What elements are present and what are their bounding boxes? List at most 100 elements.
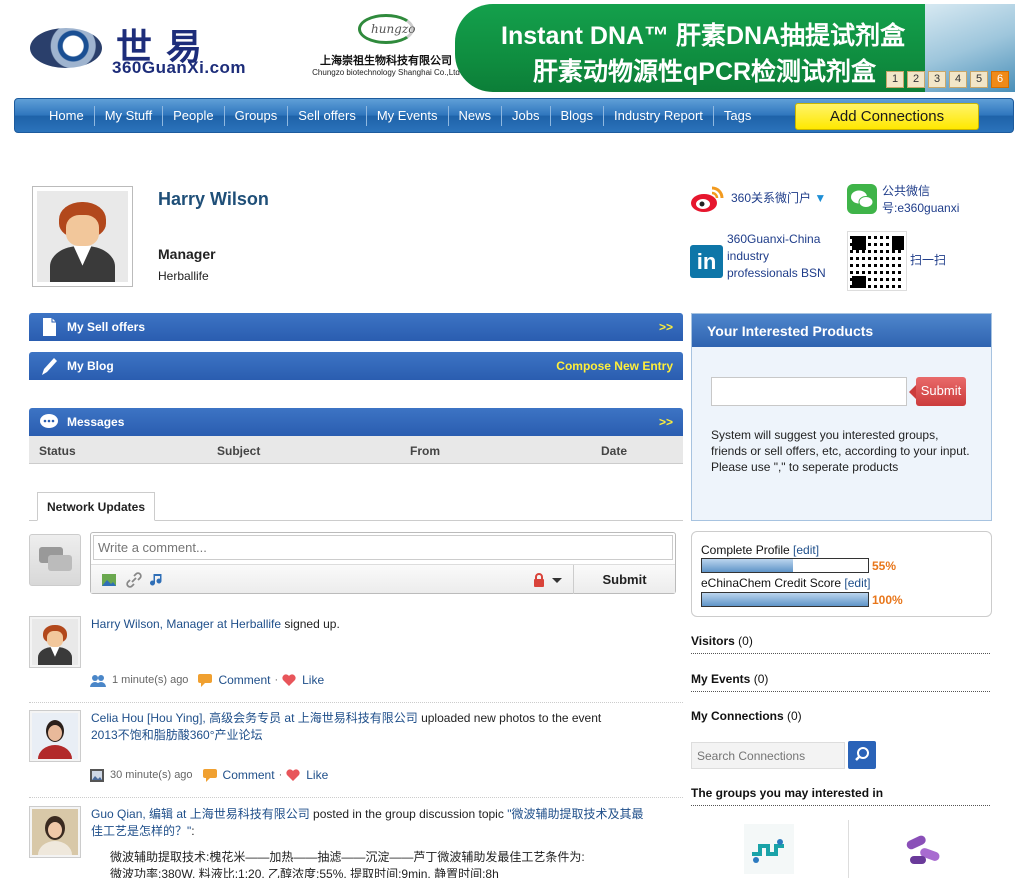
banner-page-4[interactable]: 4 (949, 71, 967, 88)
feed-colon: : (191, 824, 195, 838)
feed-item-meta: 1 minute(s) ago Comment · Like (90, 673, 324, 687)
banner-headline-2: 肝素动物源性qPCR检测试剂盒 (533, 58, 877, 86)
feed-actor-link[interactable]: Harry Wilson, Manager at Herballife (91, 617, 281, 631)
wechat-icon[interactable] (847, 184, 877, 214)
complete-profile-edit-link[interactable]: [edit] (793, 543, 819, 557)
banner-page-5[interactable]: 5 (970, 71, 988, 88)
banner-pagination: 123456 (886, 71, 1009, 88)
nav-item-my-events[interactable]: My Events (367, 105, 449, 126)
feed-item-text: Harry Wilson, Manager at Herballife sign… (91, 616, 651, 633)
column-status[interactable]: Status (39, 444, 76, 458)
column-from[interactable]: From (410, 444, 440, 458)
interested-products-title: Your Interested Products (692, 314, 991, 347)
feed-like-link[interactable]: Like (302, 673, 324, 687)
groups-heading: The groups you may interested in (691, 786, 990, 806)
comment-input[interactable] (93, 535, 673, 560)
complete-profile-progress-fill (702, 559, 794, 572)
compose-new-entry-link[interactable]: Compose New Entry (556, 359, 673, 373)
feed-avatar-guo[interactable] (29, 806, 81, 858)
feed-excerpt: 微波辅助提取技术:槐花米——加热——抽滤——沉淀——芦丁微波辅助发最佳工艺条件为… (110, 849, 670, 878)
column-date[interactable]: Date (601, 444, 627, 458)
nav-item-sell-offers[interactable]: Sell offers (288, 105, 367, 126)
weibo-icon[interactable] (690, 184, 724, 214)
group-thumbnail-molecule[interactable] (744, 824, 794, 874)
nav-item-my-stuff[interactable]: My Stuff (95, 105, 164, 126)
profile-avatar[interactable] (32, 186, 133, 287)
credit-score-edit-link[interactable]: [edit] (844, 576, 870, 590)
group-thumbnail-pills[interactable] (898, 824, 948, 874)
messages-title: Messages (67, 415, 125, 429)
submit-comment-button[interactable]: Submit (573, 565, 675, 594)
wechat-account[interactable]: 公共微信号:e360guanxi (882, 183, 982, 217)
banner-page-2[interactable]: 2 (907, 71, 925, 88)
comment-icon (202, 768, 217, 782)
search-connections-input[interactable] (691, 742, 845, 769)
banner-page-1[interactable]: 1 (886, 71, 904, 88)
messages-panel-header[interactable]: Messages >> (29, 408, 683, 436)
search-connections-button[interactable] (848, 741, 876, 769)
interested-products-input[interactable] (711, 377, 907, 406)
credit-score-text: eChinaChem Credit Score (701, 576, 845, 590)
nav-item-home[interactable]: Home (39, 105, 95, 126)
visitors-count: (0) (734, 634, 753, 648)
connections-label: My Connections (691, 709, 784, 723)
visitors-heading[interactable]: Visitors (0) (691, 634, 990, 654)
banner-page-6[interactable]: 6 (991, 71, 1009, 88)
add-connections-button[interactable]: Add Connections (795, 103, 979, 130)
nav-item-tags[interactable]: Tags (714, 106, 761, 126)
messages-table-header: Status Subject From Date (29, 436, 683, 464)
events-count: (0) (750, 672, 769, 686)
link-icon[interactable] (126, 572, 142, 588)
verified-v-icon: ▼ (814, 191, 827, 205)
feed-event-link[interactable]: 2013不饱和脂肪酸360°产业论坛 (91, 728, 263, 742)
nav-item-blogs[interactable]: Blogs (551, 105, 605, 126)
chevron-down-icon[interactable] (549, 572, 565, 588)
avatar-user-icon (37, 191, 128, 282)
photo-icon (90, 768, 104, 782)
feed-actor-link[interactable]: Celia Hou [Hou Ying], 高级会务专员 at 上海世易科技有限… (91, 711, 418, 725)
feed-comment-link[interactable]: Comment (218, 673, 270, 687)
banner-page-3[interactable]: 3 (928, 71, 946, 88)
sell-offers-panel-header[interactable]: My Sell offers >> (29, 313, 683, 341)
submit-arrow-icon (909, 385, 916, 399)
feed-comment-link[interactable]: Comment (223, 768, 275, 782)
linkedin-link[interactable]: 360Guanxi-China industry professionals B… (727, 231, 837, 282)
privacy-lock-icon[interactable] (531, 572, 547, 588)
sell-offers-more-link[interactable]: >> (659, 320, 673, 334)
messages-more-link[interactable]: >> (659, 415, 673, 429)
feed-actor-link[interactable]: Guo Qian, 编辑 at 上海世易科技有限公司 (91, 807, 310, 821)
music-note-icon[interactable] (149, 572, 165, 588)
weibo-link[interactable]: 360关系微门户 ▼ (731, 190, 826, 207)
complete-profile-percent: 55% (872, 559, 897, 573)
feed-avatar-harry[interactable] (29, 616, 81, 668)
main-nav: Home My Stuff People Groups Sell offers My Ev… (14, 98, 1014, 133)
feed-divider (29, 797, 683, 798)
linkedin-icon[interactable]: in (690, 245, 723, 278)
comment-icon (198, 673, 213, 687)
nav-item-news[interactable]: News (449, 105, 503, 126)
nav-item-industry-report[interactable]: Industry Report (604, 105, 714, 126)
feed-excerpt-line-1: 微波辅助提取技术:槐花米——加热——抽滤——沉淀——芦丁微波辅助发最佳工艺条件为… (110, 850, 585, 864)
weibo-label: 360关系微门户 (731, 191, 812, 205)
search-icon (855, 747, 869, 761)
tab-network-updates[interactable]: Network Updates (37, 492, 155, 521)
feed-like-link[interactable]: Like (306, 768, 328, 782)
connections-heading[interactable]: My Connections (0) (691, 709, 990, 728)
people-icon (90, 674, 106, 687)
column-subject[interactable]: Subject (217, 444, 260, 458)
nav-item-people[interactable]: People (163, 105, 225, 126)
comment-toolbar: Submit (91, 564, 675, 594)
sponsor-logo[interactable]: hungzo 上海崇祖生物科技有限公司 Chungzo biotechnolog… (302, 14, 470, 84)
nav-item-jobs[interactable]: Jobs (502, 105, 551, 126)
image-upload-icon[interactable] (101, 572, 117, 588)
interested-products-submit-button[interactable]: Submit (916, 377, 966, 406)
events-heading[interactable]: My Events (0) (691, 672, 990, 692)
meta-separator: · (278, 769, 283, 781)
guo-photo-icon (32, 809, 78, 855)
feed-avatar-celia[interactable] (29, 710, 81, 762)
profile-title: Manager (158, 246, 216, 262)
profile-progress-panel: Complete Profile [edit] 55% eChinaChem C… (691, 531, 992, 617)
site-logo[interactable]: 世易 360GuanXi.com (30, 18, 280, 80)
nav-item-groups[interactable]: Groups (225, 105, 289, 126)
ad-banner[interactable]: Instant DNA™ 肝素DNA抽提试剂盒 肝素动物源性qPCR检测试剂盒 … (455, 4, 1015, 92)
